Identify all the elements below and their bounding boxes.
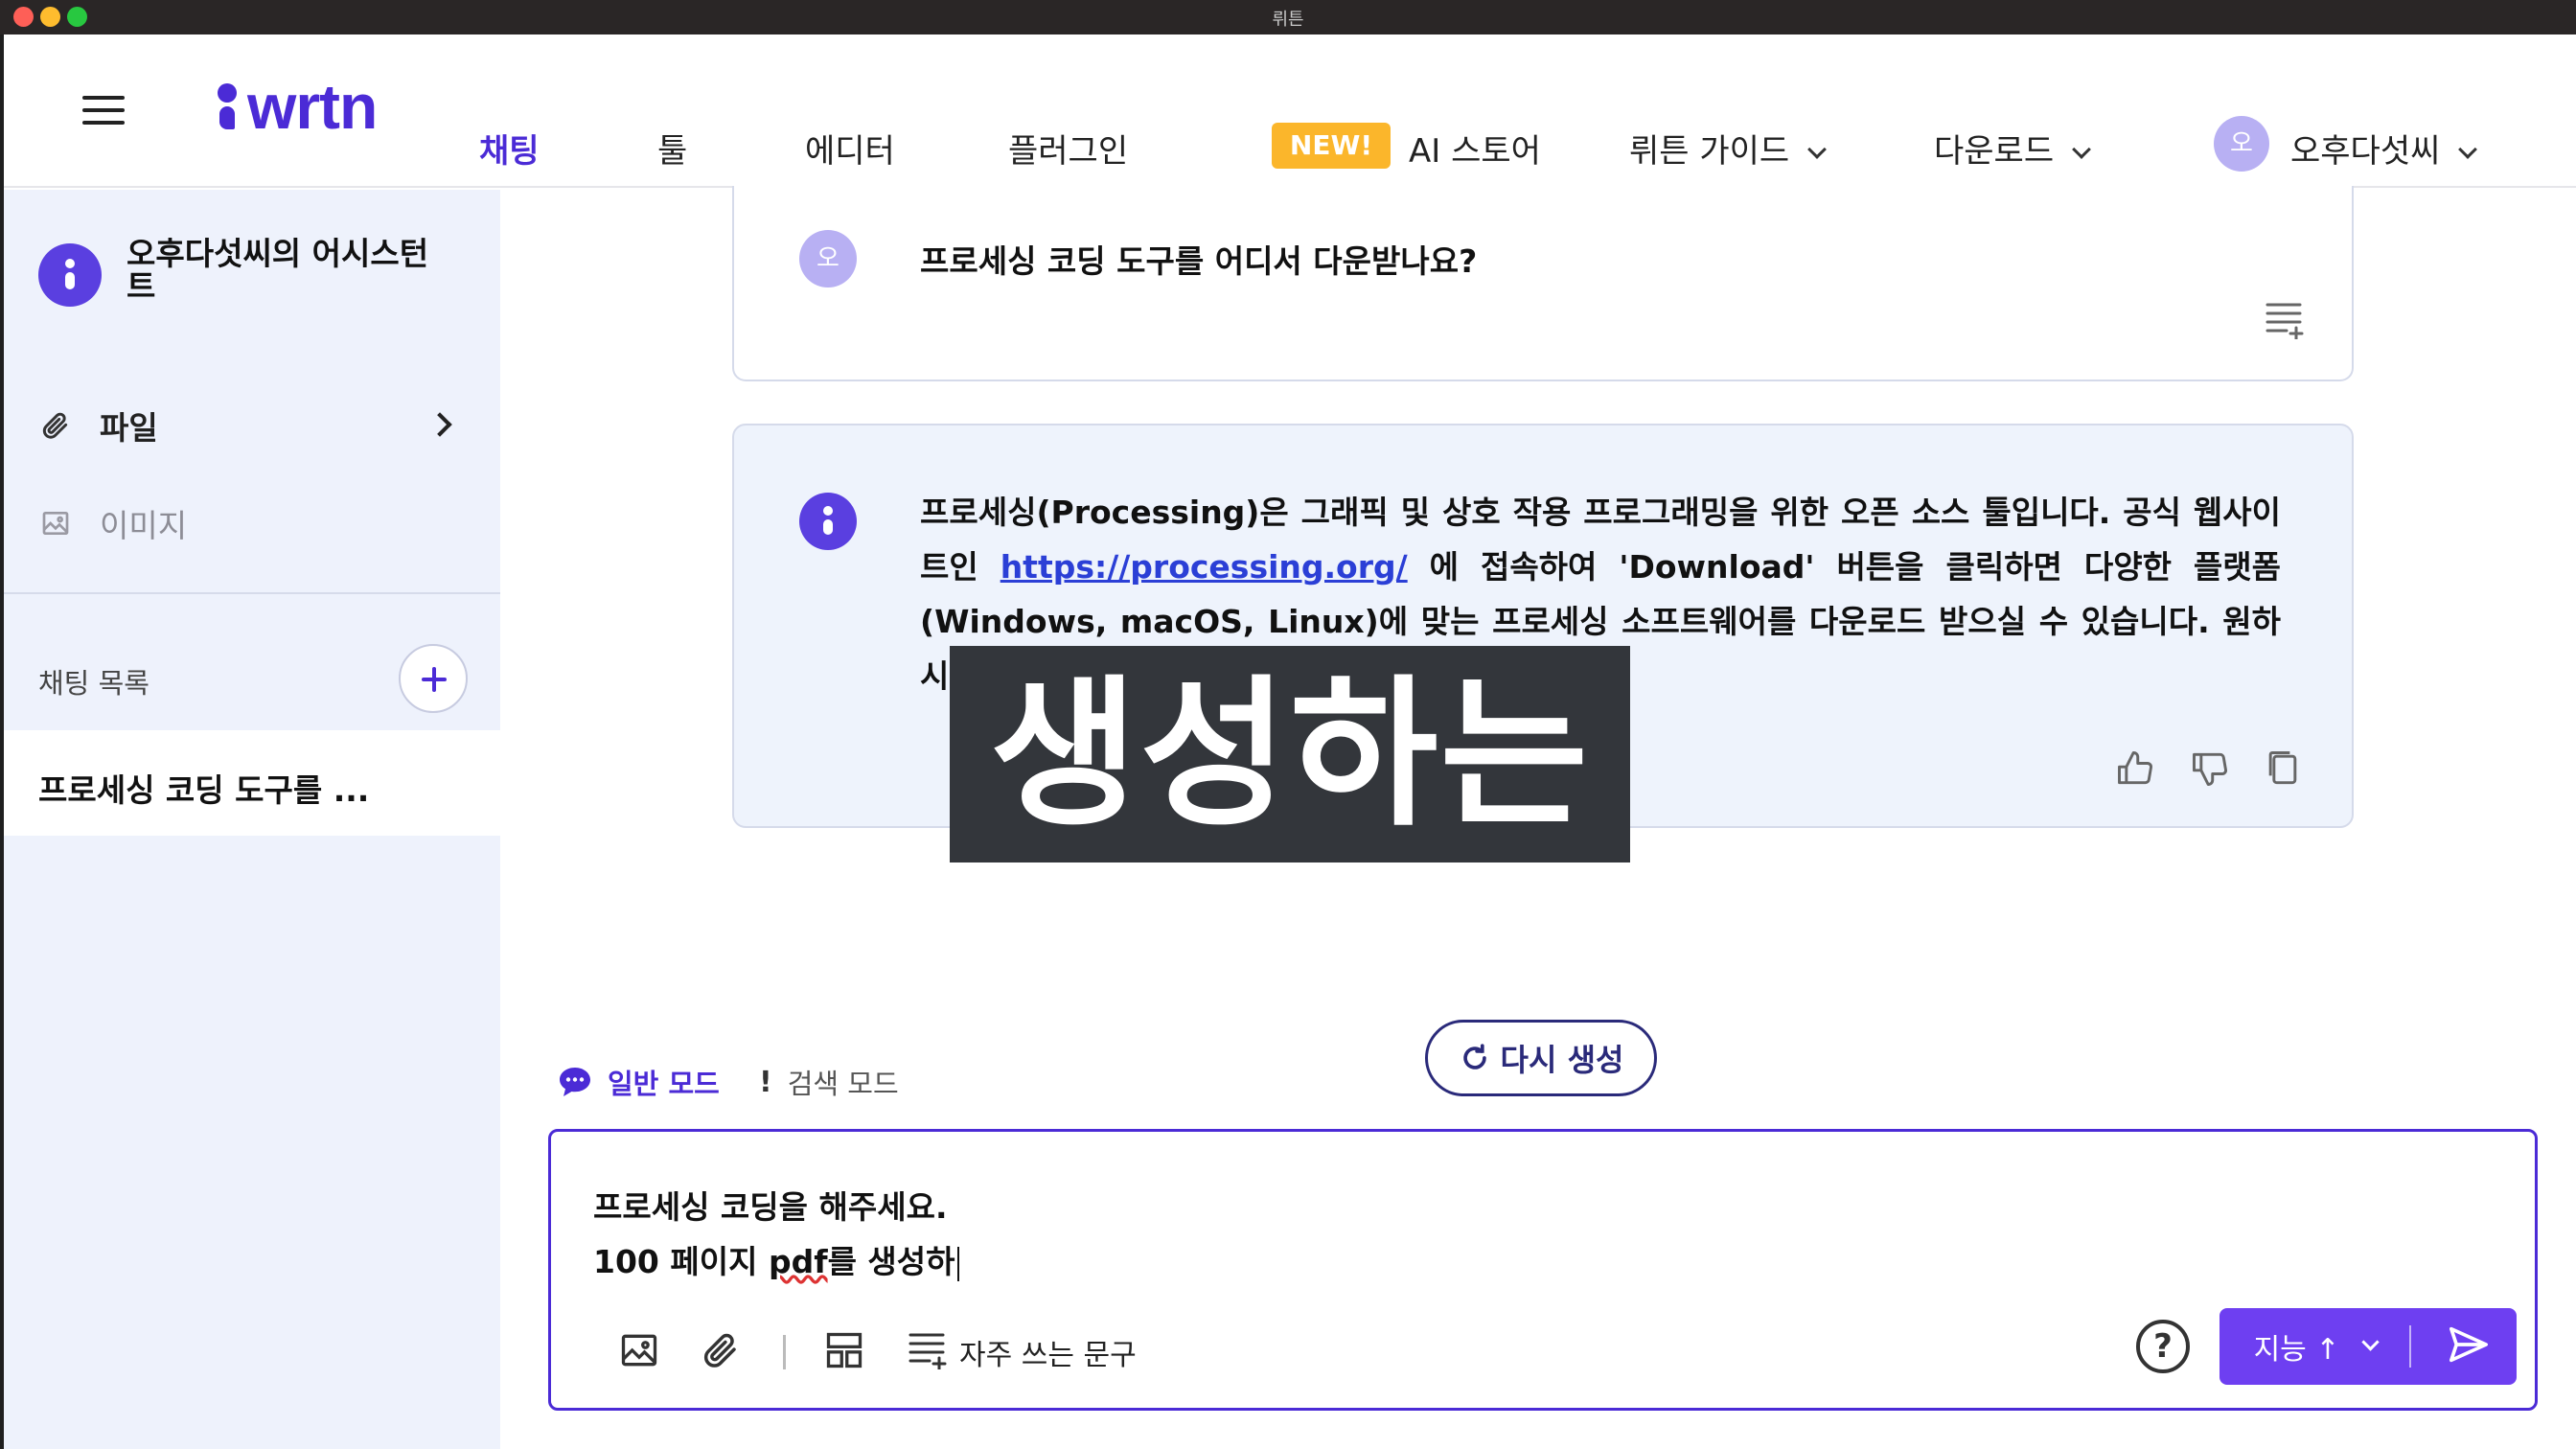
model-select-dropdown[interactable]: 지능 ↑ [2220,1308,2411,1385]
general-mode-label: 일반 모드 [608,1068,720,1100]
search-mode-label: 검색 모드 [787,1068,899,1100]
add-to-phrases-icon[interactable] [2266,301,2308,341]
sidebar-item-files[interactable]: 파일 [38,397,460,454]
send-button[interactable] [2421,1308,2517,1385]
send-icon [2448,1325,2490,1368]
nav-guide-label: 뤼튼 가이드 [1629,132,1790,171]
logo-mark-icon [217,80,240,133]
assistant-message-avatar-icon [799,493,857,550]
sidebar-item-images-label: 이미지 [100,507,188,544]
composer-line-2-misspelled: pdf [768,1243,828,1280]
nav-download-label: 다운로드 [1934,132,2055,171]
search-mode-toggle[interactable]: ! 검색 모드 [759,1062,899,1102]
nav-editor[interactable]: 에디터 [805,125,895,172]
chevron-down-icon [2361,1332,2380,1351]
message-composer[interactable]: 프로세싱 코딩을 해주세요. 100 페이지 pdf를 생성하 자주 쓰는 문구… [548,1129,2538,1411]
composer-line-2-prefix: 100 페이지 [593,1243,769,1280]
window-titlebar: 뤼튼 [0,0,2576,34]
chat-bubble-icon [558,1066,592,1098]
attach-file-button[interactable] [701,1329,741,1375]
nav-ai-store[interactable]: AI 스토어 [1409,125,1541,172]
wrtn-logo[interactable]: wrtn [217,71,378,142]
thumbs-down-icon[interactable] [2189,748,2231,790]
user-message-avatar: 오 [799,230,857,288]
chat-main: 오 프로세싱 코딩 도구를 어디서 다운받나요? 프로세싱(Processing… [500,186,2576,1449]
top-nav: wrtn 채팅 툴 에디터 플러그인 NEW! AI 스토어 뤼튼 가이드 다운… [4,34,2576,188]
user-message: 오 프로세싱 코딩 도구를 어디서 다운받나요? [732,186,2354,381]
logo-text: wrtn [247,71,378,142]
chat-list-item-label: 프로세싱 코딩 도구를 ... [38,771,370,809]
list-add-icon [908,1331,952,1373]
send-divider [2409,1325,2411,1368]
nav-plugins[interactable]: 플러그인 [1008,125,1128,172]
composer-line-2-suffix: 를 생성하 [827,1243,955,1280]
user-menu-dropdown[interactable]: 오후다섯씨 [2290,125,2478,172]
user-name: 오후다섯씨 [2290,132,2441,171]
window-title: 뤼튼 [1272,10,1304,30]
sidebar-item-images[interactable]: 이미지 [38,494,460,552]
chevron-down-icon [2072,140,2092,159]
regenerate-label: 다시 생성 [1500,1042,1624,1078]
add-chat-button[interactable] [399,644,468,713]
text-caret [956,1246,959,1281]
assistant-avatar-icon [38,243,102,307]
copy-icon[interactable] [2262,748,2304,790]
nav-tools[interactable]: 툴 [657,125,687,172]
new-badge: NEW! [1272,123,1391,169]
regenerate-button[interactable]: 다시 생성 [1425,1020,1657,1096]
nav-download-dropdown[interactable]: 다운로드 [1934,125,2092,172]
sidebar-divider [4,592,500,594]
paperclip-icon [38,408,73,443]
sidebar-item-files-label: 파일 [100,409,158,447]
frequent-phrases-button[interactable]: 자주 쓰는 문구 [908,1329,1137,1375]
video-caption-overlay: 생성하는 [950,646,1630,862]
frequent-phrases-label: 자주 쓰는 문구 [959,1339,1137,1372]
image-icon [38,506,73,540]
composer-line-1: 프로세싱 코딩을 해주세요. [593,1188,948,1226]
general-mode-toggle[interactable]: 일반 모드 [558,1062,720,1102]
composer-input[interactable]: 프로세싱 코딩을 해주세요. 100 페이지 pdf를 생성하 [593,1180,959,1289]
chevron-down-icon [2458,140,2478,159]
nav-chat[interactable]: 채팅 [479,125,540,172]
assistant-name: 오후다섯씨의 어시스턴트 [126,235,429,305]
model-select-label: 지능 ↑ [2253,1333,2340,1367]
attach-image-button[interactable] [618,1329,660,1375]
chevron-down-icon [1807,140,1828,159]
app-window: wrtn 채팅 툴 에디터 플러그인 NEW! AI 스토어 뤼튼 가이드 다운… [4,34,2576,1449]
thumbs-up-icon[interactable] [2114,748,2156,790]
chevron-right-icon [427,412,452,437]
nav-guide-dropdown[interactable]: 뤼튼 가이드 [1629,125,1828,172]
chat-list-item[interactable]: 프로세싱 코딩 도구를 ... [4,730,500,836]
help-icon[interactable]: ? [2136,1320,2190,1373]
menu-icon[interactable] [82,96,125,128]
layout-icon [823,1329,865,1375]
refresh-icon [1459,1042,1491,1074]
send-group: 지능 ↑ [2220,1308,2517,1385]
chat-list-label: 채팅 목록 [38,667,150,700]
assistant-profile[interactable]: 오후다섯씨의 어시스턴트 [38,234,479,310]
exclamation-icon: ! [759,1065,772,1099]
processing-link[interactable]: https://processing.org/ [1000,548,1408,586]
layout-template-button[interactable] [823,1329,865,1375]
user-message-text: 프로세싱 코딩 도구를 어디서 다운받나요? [920,242,1478,280]
image-icon [618,1329,660,1375]
sidebar: 오후다섯씨의 어시스턴트 파일 이미지 채팅 목록 프로세싱 코딩 도구를 ..… [4,190,500,1449]
user-avatar[interactable]: 오 [2214,116,2269,172]
toolbar-divider [783,1335,786,1369]
paperclip-icon [701,1330,741,1374]
